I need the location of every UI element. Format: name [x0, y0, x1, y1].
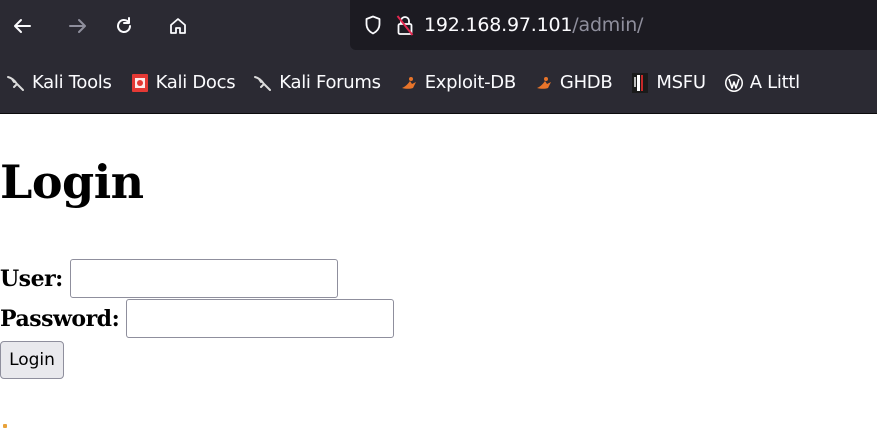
- kali-docs-icon: [130, 73, 150, 93]
- forward-arrow-icon: [69, 19, 86, 33]
- kali-dragon-icon: [6, 73, 26, 93]
- home-icon: [170, 18, 186, 34]
- bookmark-label: MSFU: [656, 72, 706, 93]
- forward-button[interactable]: [62, 10, 94, 42]
- msfu-icon: [630, 72, 650, 93]
- browser-toolbar: 192.168.97.101/admin/: [0, 0, 877, 52]
- bookmark-kali-forums[interactable]: Kali Forums: [253, 72, 381, 93]
- insecure-lock-icon[interactable]: [396, 14, 414, 36]
- url-path: /admin/: [572, 14, 644, 36]
- password-row: Password:: [0, 299, 395, 338]
- bookmark-msfu[interactable]: MSFU: [630, 72, 706, 93]
- exploit-db-icon: [399, 73, 419, 93]
- reload-icon: [117, 17, 131, 33]
- back-arrow-icon: [14, 19, 31, 33]
- tracking-protection-shield-icon[interactable]: [364, 15, 382, 35]
- wordpress-icon: [724, 73, 744, 93]
- bookmark-label: GHDB: [559, 72, 613, 93]
- page-title: Login: [0, 155, 144, 209]
- bookmark-kali-tools[interactable]: Kali Tools: [6, 72, 112, 93]
- password-input[interactable]: [126, 299, 395, 338]
- user-input[interactable]: [69, 259, 338, 298]
- address-bar[interactable]: 192.168.97.101/admin/: [350, 0, 877, 50]
- url-host: 192.168.97.101: [424, 14, 573, 36]
- exploit-db-icon: [534, 73, 554, 93]
- stray-mark: [3, 424, 7, 428]
- bookmark-label: A Littl: [749, 72, 800, 93]
- page-content: Login User: Password: Login: [0, 115, 877, 429]
- bookmark-exploit-db[interactable]: Exploit-DB: [399, 72, 516, 93]
- kali-dragon-icon: [253, 73, 273, 93]
- bookmark-label: Exploit-DB: [424, 72, 517, 93]
- user-label: User:: [0, 265, 63, 292]
- bookmark-ghdb[interactable]: GHDB: [534, 72, 613, 93]
- password-label: Password:: [0, 305, 120, 332]
- url-text[interactable]: 192.168.97.101/admin/: [424, 14, 643, 36]
- back-button[interactable]: [6, 10, 38, 42]
- home-button[interactable]: [162, 10, 194, 42]
- bookmark-label: Kali Forums: [279, 72, 381, 93]
- bookmarks-toolbar: Kali Tools Kali Docs Kali Forums Exploit…: [0, 52, 877, 114]
- bookmark-label: Kali Tools: [32, 72, 112, 93]
- bookmark-wordpress[interactable]: A Littl: [724, 72, 800, 93]
- reload-button[interactable]: [108, 10, 140, 42]
- login-submit-button[interactable]: Login: [0, 341, 64, 379]
- user-row: User:: [0, 259, 338, 298]
- bookmark-kali-docs[interactable]: Kali Docs: [130, 72, 236, 93]
- bookmark-label: Kali Docs: [155, 72, 236, 93]
